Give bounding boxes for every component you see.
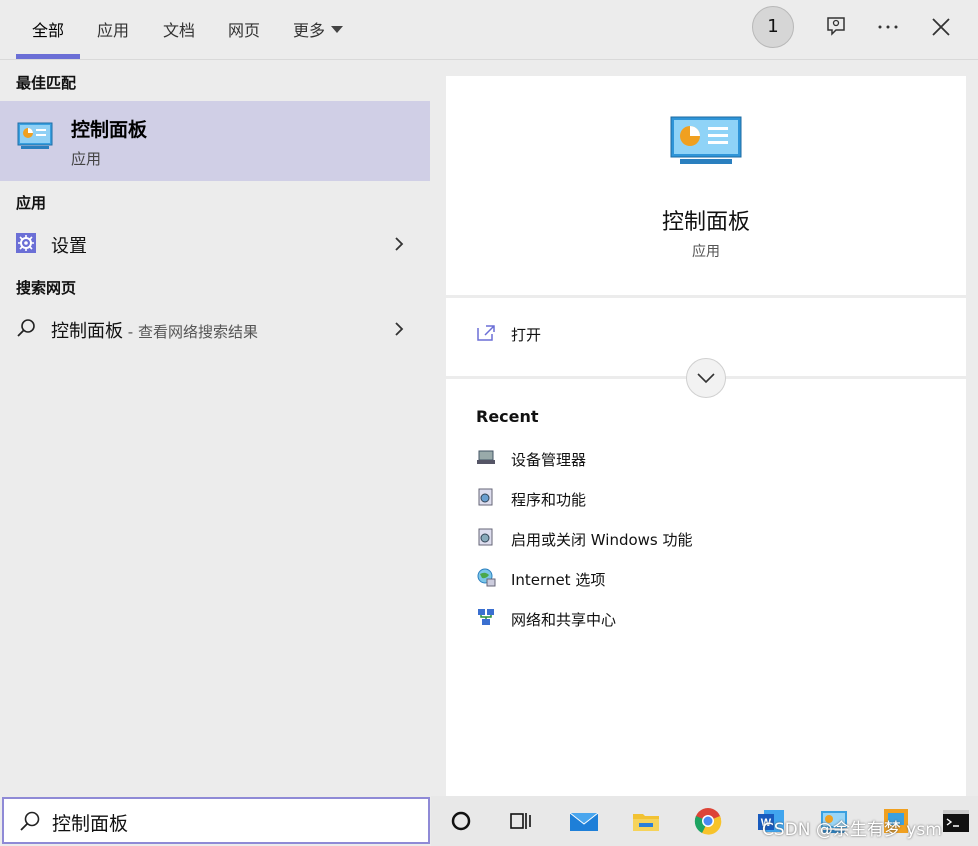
recent-item-programs[interactable]: 程序和功能 xyxy=(476,484,936,516)
tab-web[interactable]: 网页 xyxy=(228,17,260,41)
recent-item-windows-features[interactable]: 启用或关闭 Windows 功能 xyxy=(476,524,936,556)
windows-features-icon xyxy=(478,528,493,546)
tab-apps[interactable]: 应用 xyxy=(97,17,129,41)
app-result-settings[interactable]: 设置 xyxy=(0,224,430,264)
web-result-control-panel[interactable]: 控制面板 - 查看网络搜索结果 xyxy=(0,309,430,349)
recent-item-label: 网络和共享中心 xyxy=(511,611,617,629)
search-input[interactable]: 控制面板 xyxy=(52,809,128,836)
watermark: CSDN @余生有梦 ysm xyxy=(762,820,942,840)
chevron-right-icon xyxy=(395,322,404,336)
search-icon xyxy=(20,811,40,831)
feedback-icon[interactable] xyxy=(823,14,849,40)
best-match-subtitle: 应用 xyxy=(71,150,102,168)
recent-item-label: 启用或关闭 Windows 功能 xyxy=(511,531,693,549)
mail-icon[interactable] xyxy=(569,806,599,836)
device-manager-icon xyxy=(477,450,495,464)
chevron-right-icon xyxy=(395,237,404,251)
app-result-label: 设置 xyxy=(51,236,87,257)
web-result-query: 控制面板 xyxy=(51,321,123,342)
web-search-heading: 搜索网页 xyxy=(16,279,77,297)
web-result-label: 控制面板 - 查看网络搜索结果 xyxy=(51,317,258,343)
recent-item-network-center[interactable]: 网络和共享中心 xyxy=(476,604,936,636)
preview-pane: 控制面板 应用 打开 Recent 设备管理器 程序和功能 启用或关闭 Wind… xyxy=(446,76,966,796)
preview-subtitle: 应用 xyxy=(692,244,720,260)
recent-item-internet-options[interactable]: Internet 选项 xyxy=(476,564,936,596)
tab-documents[interactable]: 文档 xyxy=(163,17,195,41)
internet-options-icon xyxy=(477,568,496,587)
best-match-heading: 最佳匹配 xyxy=(16,74,77,92)
expand-button[interactable] xyxy=(686,358,726,398)
control-panel-icon xyxy=(17,122,53,149)
programs-features-icon xyxy=(478,488,493,506)
best-match-title: 控制面板 xyxy=(71,119,148,141)
preview-title: 控制面板 xyxy=(661,210,750,235)
cortana-icon[interactable] xyxy=(446,806,476,836)
tab-all[interactable]: 全部 xyxy=(32,17,64,41)
best-match-item[interactable]: 控制面板 应用 xyxy=(0,101,430,181)
open-label: 打开 xyxy=(511,326,542,344)
chevron-down-icon xyxy=(697,373,715,384)
settings-gear-icon xyxy=(16,233,36,253)
active-tab-indicator xyxy=(16,54,80,59)
network-center-icon xyxy=(478,609,494,625)
open-icon xyxy=(477,325,495,341)
recent-item-label: 程序和功能 xyxy=(511,491,587,509)
task-view-icon[interactable] xyxy=(506,806,536,836)
tab-more-label: 更多 xyxy=(293,21,326,40)
chrome-icon[interactable] xyxy=(693,806,723,836)
preview-header: 控制面板 应用 xyxy=(446,76,966,298)
top-tab-bar: 全部 应用 文档 网页 更多 1 xyxy=(0,0,978,60)
close-icon[interactable] xyxy=(928,14,954,40)
apps-heading: 应用 xyxy=(16,194,47,212)
file-explorer-icon[interactable] xyxy=(631,806,661,836)
recent-item-device-manager[interactable]: 设备管理器 xyxy=(476,444,936,476)
search-box[interactable]: 控制面板 xyxy=(2,797,430,844)
chevron-down-icon xyxy=(331,26,344,33)
search-icon xyxy=(17,319,35,337)
recent-item-label: 设备管理器 xyxy=(511,451,587,469)
more-options-icon[interactable] xyxy=(875,14,901,40)
results-panel: 最佳匹配 控制面板 应用 应用 设置 搜索网页 控制面板 - 查看网络搜索结果 xyxy=(0,60,430,796)
terminal-icon[interactable] xyxy=(941,806,971,836)
tab-more[interactable]: 更多 xyxy=(293,17,344,41)
recent-heading: Recent xyxy=(476,407,539,426)
rewards-badge[interactable]: 1 xyxy=(752,6,794,48)
web-result-suffix: - 查看网络搜索结果 xyxy=(123,323,258,341)
recent-item-label: Internet 选项 xyxy=(511,571,606,589)
control-panel-icon xyxy=(670,116,742,164)
